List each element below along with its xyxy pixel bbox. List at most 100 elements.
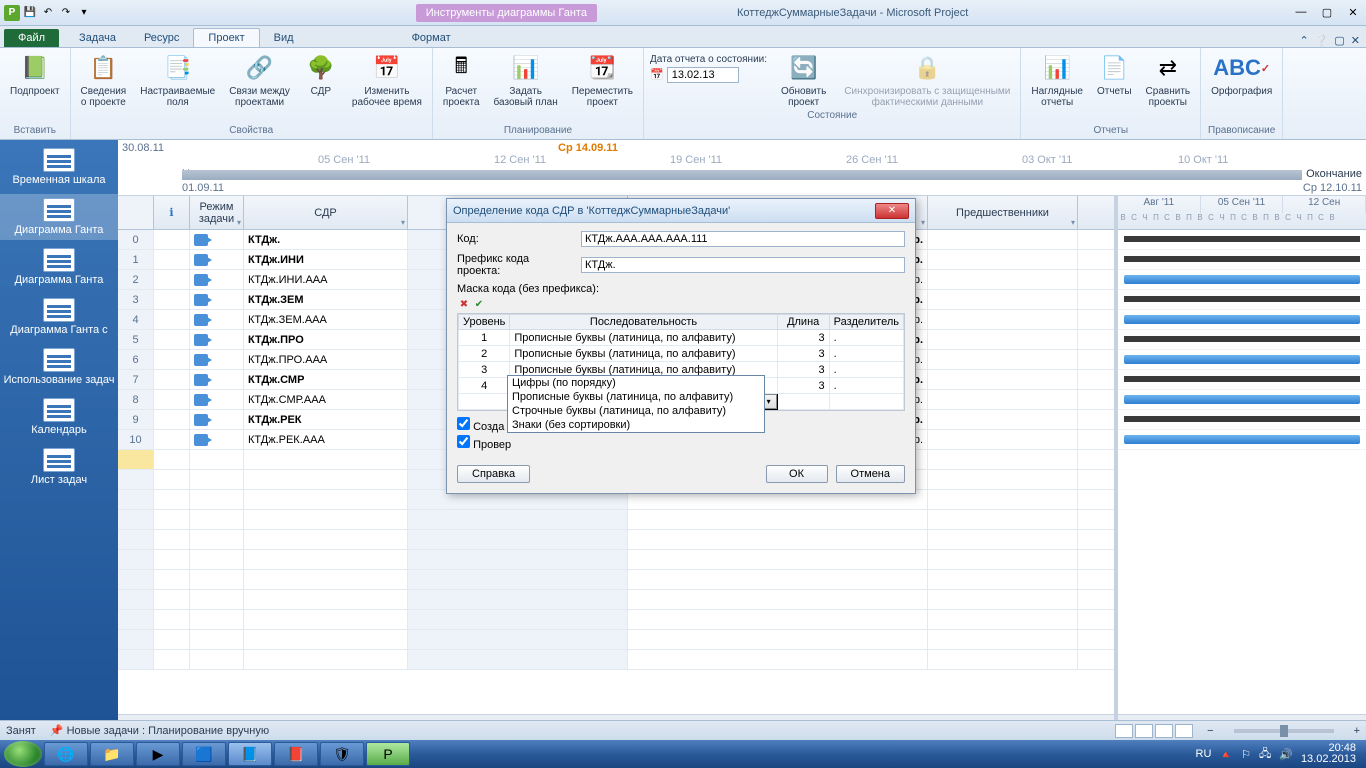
summary-bar[interactable] [1124, 236, 1360, 242]
mask-row[interactable]: 2Прописные буквы (латиница, по алфавиту)… [459, 346, 904, 362]
help-button[interactable]: Справка [457, 465, 530, 483]
gantt-row[interactable] [1118, 270, 1366, 290]
code-preview-field[interactable] [581, 231, 905, 247]
summary-bar[interactable] [1124, 296, 1360, 302]
visual-reports-button[interactable]: 📊Наглядные отчеты [1027, 50, 1087, 110]
tab-task[interactable]: Задача [65, 29, 130, 47]
view-item[interactable]: Лист задач [0, 444, 118, 490]
mask-row[interactable]: 1Прописные буквы (латиница, по алфавиту)… [459, 330, 904, 346]
gantt-row[interactable] [1118, 250, 1366, 270]
table-row[interactable] [118, 610, 1114, 630]
custom-fields-button[interactable]: 📑Настраиваемые поля [136, 50, 219, 110]
col-id[interactable] [118, 196, 154, 229]
update-project-button[interactable]: 🔄Обновить проект [777, 50, 830, 110]
project-links-button[interactable]: 🔗Связи между проектами [225, 50, 294, 110]
calc-project-button[interactable]: 🖩Расчет проекта [439, 50, 484, 110]
task-bar[interactable] [1124, 395, 1360, 404]
taskbar-shield[interactable]: 🛡 [320, 742, 364, 766]
view-item[interactable]: Диаграмма Ганта с [0, 294, 118, 340]
view-sheet-icon[interactable] [1175, 724, 1193, 738]
wbs-button[interactable]: 🌳СДР [300, 50, 342, 99]
tray-flag-icon[interactable]: 🔺 [1219, 748, 1233, 761]
minimize-ribbon-icon[interactable]: ⌃ [1299, 34, 1308, 47]
col-predecessors[interactable]: Предшественники▾ [928, 196, 1078, 229]
undo-icon[interactable]: ↶ [40, 5, 56, 21]
reports-button[interactable]: 📄Отчеты [1093, 50, 1136, 99]
compare-button[interactable]: ⇄Сравнить проекты [1142, 50, 1195, 110]
dialog-close-button[interactable]: ✕ [875, 203, 909, 219]
dropdown-option[interactable]: Строчные буквы (латиница, по алфавиту) [508, 404, 764, 418]
taskbar-ie[interactable]: 🌐 [44, 742, 88, 766]
gantt-row[interactable] [1118, 310, 1366, 330]
spelling-button[interactable]: ABC✓Орфография [1207, 50, 1276, 99]
table-row[interactable] [118, 630, 1114, 650]
summary-bar[interactable] [1124, 256, 1360, 262]
save-icon[interactable]: 💾 [22, 5, 38, 21]
dropdown-option[interactable]: Знаки (без сортировки) [508, 418, 764, 432]
tab-project[interactable]: Проект [193, 28, 259, 47]
cancel-button[interactable]: Отмена [836, 465, 905, 483]
help-icon[interactable]: ❔ [1315, 34, 1329, 47]
gantt-row[interactable] [1118, 350, 1366, 370]
move-project-button[interactable]: 📆Переместить проект [568, 50, 637, 110]
tab-view[interactable]: Вид [260, 29, 308, 47]
gantt-row[interactable] [1118, 330, 1366, 350]
chk-verify[interactable]: Провер [457, 435, 905, 451]
col-indicators[interactable]: ℹ [154, 196, 190, 229]
summary-bar[interactable] [1124, 336, 1360, 342]
redo-icon[interactable]: ↷ [58, 5, 74, 21]
zoom-in-icon[interactable]: + [1354, 725, 1360, 737]
timeline-pane[interactable]: 30.08.11 Ср 14.09.11 05 Сен '11 12 Сен '… [118, 140, 1366, 196]
tray-volume-icon[interactable]: 🔊 [1279, 748, 1293, 761]
close-button[interactable]: ✕ [1344, 6, 1362, 19]
subproject-button[interactable]: 📗Подпроект [6, 50, 64, 99]
tray-lang[interactable]: RU [1196, 748, 1212, 760]
tray-clock[interactable]: 20:48 13.02.2013 [1301, 743, 1356, 765]
file-tab[interactable]: Файл [4, 29, 59, 47]
task-bar[interactable] [1124, 315, 1360, 324]
minimize-button[interactable]: ― [1292, 6, 1310, 19]
zoom-out-icon[interactable]: − [1207, 725, 1213, 737]
mask-accept-icon[interactable]: ✔ [472, 297, 486, 311]
maximize-button[interactable]: ▢ [1318, 6, 1336, 19]
view-item[interactable]: Диаграмма Ганта [0, 244, 118, 290]
taskbar-pdf[interactable]: 📕 [274, 742, 318, 766]
view-item[interactable]: Календарь [0, 394, 118, 440]
status-date-field[interactable] [667, 67, 739, 83]
gantt-row[interactable] [1118, 290, 1366, 310]
taskbar-project[interactable]: P [366, 742, 410, 766]
view-team-icon[interactable] [1155, 724, 1173, 738]
view-item[interactable]: Временная шкала [0, 144, 118, 190]
col-taskmode[interactable]: Режим задачи▾ [190, 196, 244, 229]
taskbar-app1[interactable]: 🟦 [182, 742, 226, 766]
gantt-row[interactable] [1118, 390, 1366, 410]
gantt-row[interactable] [1118, 230, 1366, 250]
col-wbs[interactable]: СДР▾ [244, 196, 408, 229]
gantt-timescale[interactable]: Авг '1105 Сен '1112 Сен ВСЧПСВПВСЧПСВПВС… [1118, 196, 1366, 230]
zoom-slider[interactable] [1234, 729, 1334, 733]
table-row[interactable] [118, 510, 1114, 530]
project-info-button[interactable]: 📋Сведения о проекте [77, 50, 131, 110]
summary-bar[interactable] [1124, 376, 1360, 382]
task-bar[interactable] [1124, 275, 1360, 284]
tab-resource[interactable]: Ресурс [130, 29, 193, 47]
table-row[interactable] [118, 650, 1114, 670]
summary-bar[interactable] [1124, 416, 1360, 422]
set-baseline-button[interactable]: 📊Задать базовый план [490, 50, 562, 110]
tray-network-icon[interactable]: 🖧 [1259, 745, 1271, 764]
dropdown-option[interactable]: Прописные буквы (латиница, по алфавиту) [508, 390, 764, 404]
taskbar-wmp[interactable]: ▶ [136, 742, 180, 766]
prefix-field[interactable] [581, 257, 905, 273]
table-row[interactable] [118, 530, 1114, 550]
tray-action-icon[interactable]: ⚐ [1241, 748, 1251, 761]
gantt-row[interactable] [1118, 370, 1366, 390]
view-item[interactable]: Использование задач [0, 344, 118, 390]
table-row[interactable] [118, 550, 1114, 570]
ribbon-close-icon[interactable]: ✕ [1351, 34, 1360, 47]
gantt-row[interactable] [1118, 430, 1366, 450]
view-item[interactable]: Диаграмма Ганта [0, 194, 118, 240]
view-usage-icon[interactable] [1135, 724, 1153, 738]
view-gantt-icon[interactable] [1115, 724, 1133, 738]
gantt-chart[interactable]: Авг '1105 Сен '1112 Сен ВСЧПСВПВСЧПСВПВС… [1118, 196, 1366, 730]
taskbar-explorer[interactable]: 📁 [90, 742, 134, 766]
